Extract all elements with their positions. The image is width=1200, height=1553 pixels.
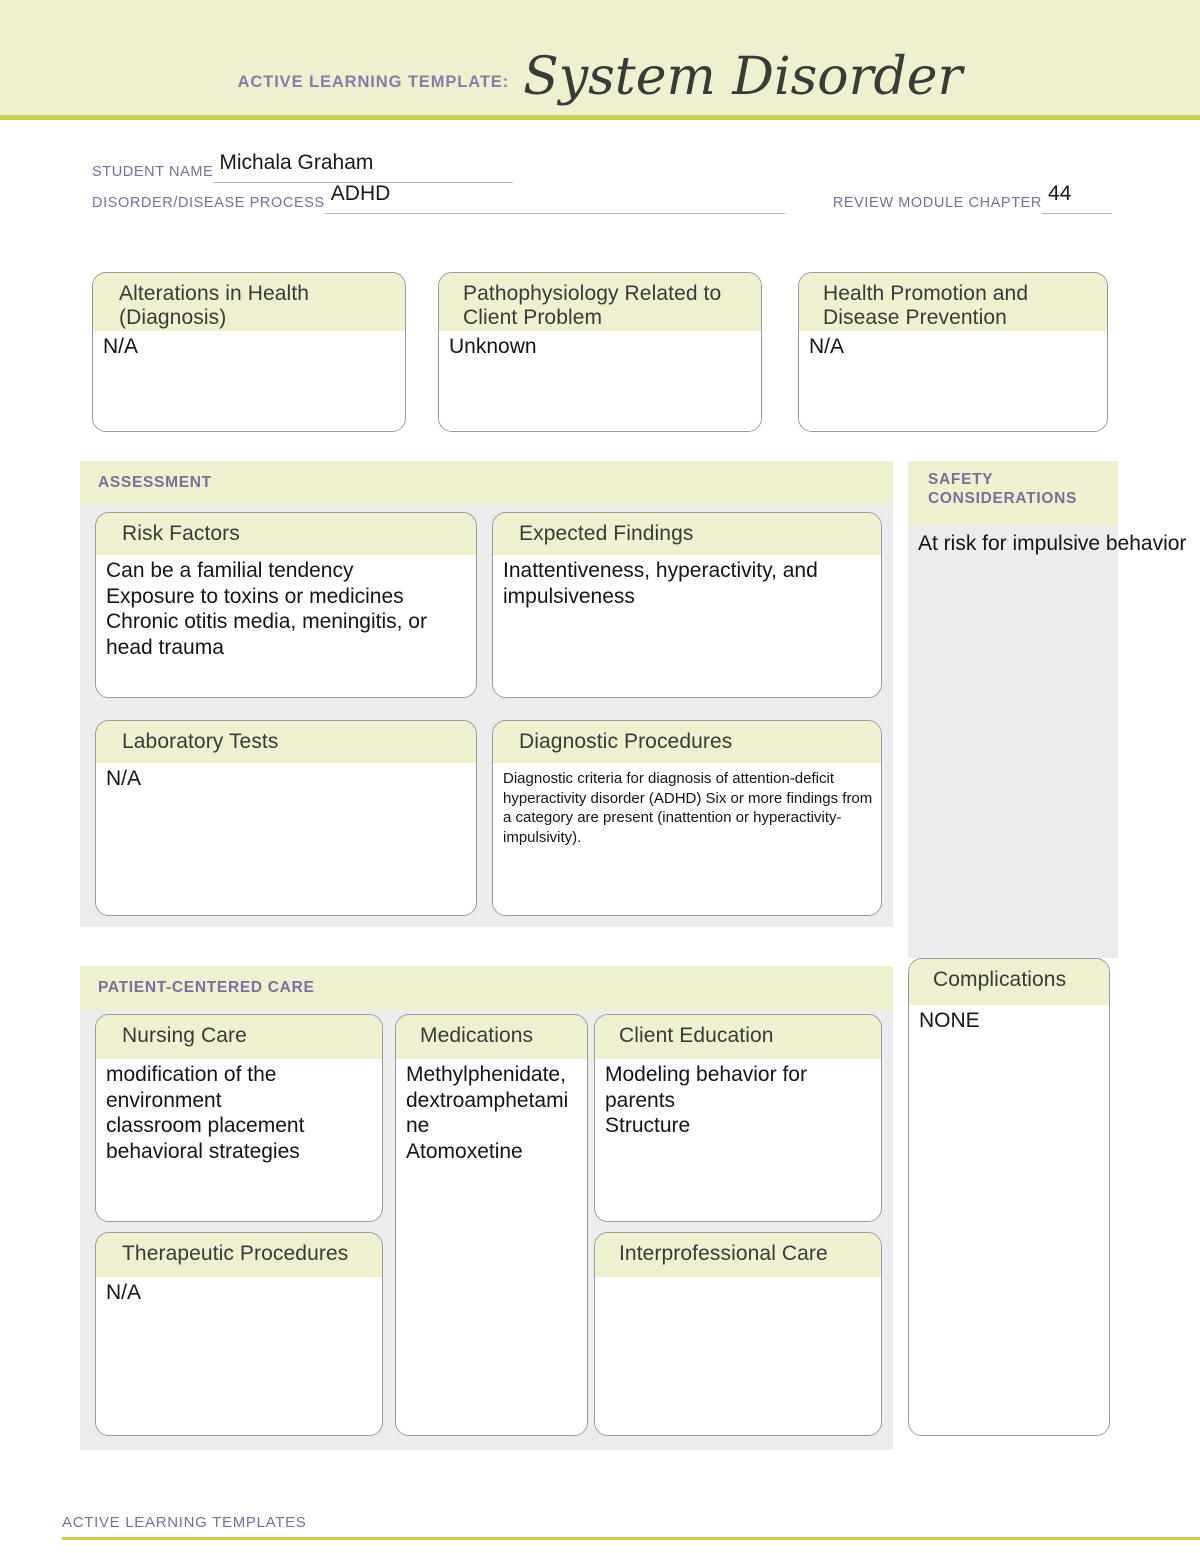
box-diagnostic-procedures: Diagnostic Procedures Diagnostic criteri… (492, 720, 882, 916)
patient-centered-care-section-title: PATIENT-CENTERED CARE (80, 966, 893, 1010)
box-client-education-title: Client Education (595, 1015, 881, 1059)
box-medications-content[interactable]: Methylphenidate, dextroamphetamine Atomo… (396, 1059, 587, 1435)
assessment-section-title: ASSESSMENT (80, 461, 893, 505)
box-client-education-content[interactable]: Modeling behavior for parents Structure (595, 1059, 881, 1221)
header-divider (0, 115, 1200, 120)
box-health-promotion-title: Health Promotion and Disease Prevention (799, 273, 1107, 331)
box-complications-content[interactable]: NONE (909, 1005, 1109, 1435)
box-therapeutic-procedures-content[interactable]: N/A (96, 1277, 382, 1435)
box-nursing-care-title: Nursing Care (96, 1015, 382, 1059)
box-expected-findings-title: Expected Findings (493, 513, 881, 555)
box-therapeutic-procedures-title: Therapeutic Procedures (96, 1233, 382, 1277)
box-laboratory-tests-title: Laboratory Tests (96, 721, 476, 763)
box-diagnostic-procedures-title: Diagnostic Procedures (493, 721, 881, 763)
box-complications-title: Complications (909, 959, 1109, 1005)
box-client-education: Client Education Modeling behavior for p… (594, 1014, 882, 1222)
box-interprofessional-care-content[interactable] (595, 1277, 881, 1435)
box-medications-title: Medications (396, 1015, 587, 1059)
box-expected-findings: Expected Findings Inattentiveness, hyper… (492, 512, 882, 698)
box-expected-findings-content[interactable]: Inattentiveness, hyperactivity, and impu… (493, 555, 881, 697)
box-alterations-in-health: Alterations in Health (Diagnosis) N/A (92, 272, 406, 432)
student-name-row: STUDENT NAME Michala Graham (92, 152, 1112, 183)
box-interprofessional-care-title: Interprofessional Care (595, 1233, 881, 1277)
box-nursing-care: Nursing Care modification of the environ… (95, 1014, 383, 1222)
box-medications: Medications Methylphenidate, dextroamphe… (395, 1014, 588, 1436)
safety-considerations-title: SAFETY CONSIDERATIONS (908, 461, 1118, 525)
box-health-promotion: Health Promotion and Disease Prevention … (798, 272, 1108, 432)
box-therapeutic-procedures: Therapeutic Procedures N/A (95, 1232, 383, 1436)
box-diagnostic-procedures-content[interactable]: Diagnostic criteria for diagnosis of att… (493, 763, 881, 915)
template-kind-label: ACTIVE LEARNING TEMPLATE: (237, 73, 510, 91)
box-alterations-in-health-content[interactable]: N/A (93, 331, 405, 431)
box-interprofessional-care: Interprofessional Care (594, 1232, 882, 1436)
box-laboratory-tests: Laboratory Tests N/A (95, 720, 477, 916)
disorder-label: DISORDER/DISEASE PROCESS (92, 195, 325, 211)
student-name-field[interactable]: Michala Graham (213, 152, 514, 183)
box-complications: Complications NONE (908, 958, 1110, 1436)
box-pathophysiology: Pathophysiology Related to Client Proble… (438, 272, 762, 432)
chapter-label: REVIEW MODULE CHAPTER (832, 195, 1042, 211)
box-pathophysiology-content[interactable]: Unknown (439, 331, 761, 431)
box-risk-factors: Risk Factors Can be a familial tendency … (95, 512, 477, 698)
chapter-field[interactable]: 44 (1042, 183, 1112, 214)
header: ACTIVE LEARNING TEMPLATE: System Disorde… (0, 0, 1200, 115)
footer-divider (62, 1537, 1200, 1540)
safety-considerations-panel: SAFETY CONSIDERATIONS At risk for impuls… (908, 461, 1186, 958)
box-nursing-care-content[interactable]: modification of the environment classroo… (96, 1059, 382, 1221)
box-pathophysiology-title: Pathophysiology Related to Client Proble… (439, 273, 761, 331)
safety-considerations-content[interactable]: At risk for impulsive behavior (908, 525, 1186, 958)
student-info: STUDENT NAME Michala Graham DISORDER/DIS… (92, 152, 1112, 214)
page-title: System Disorder (523, 47, 963, 107)
footer-label: ACTIVE LEARNING TEMPLATES (62, 1514, 307, 1531)
box-alterations-in-health-title: Alterations in Health (Diagnosis) (93, 273, 405, 331)
box-risk-factors-title: Risk Factors (96, 513, 476, 555)
box-laboratory-tests-content[interactable]: N/A (96, 763, 476, 915)
disorder-field[interactable]: ADHD (324, 183, 785, 214)
student-name-label: STUDENT NAME (92, 164, 214, 180)
disorder-row: DISORDER/DISEASE PROCESS ADHD REVIEW MOD… (92, 183, 1112, 214)
box-risk-factors-content[interactable]: Can be a familial tendency Exposure to t… (96, 555, 476, 697)
box-health-promotion-content[interactable]: N/A (799, 331, 1107, 431)
